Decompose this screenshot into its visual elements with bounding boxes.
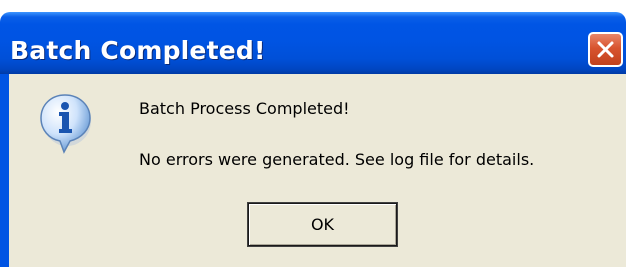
window-title: Batch Completed! — [10, 36, 266, 65]
message-dialog: Batch Completed! Batch Process Completed… — [0, 0, 626, 267]
close-icon — [597, 41, 614, 58]
close-button[interactable] — [588, 32, 623, 67]
ok-button[interactable]: OK — [248, 203, 397, 246]
title-bar[interactable]: Batch Completed! — [0, 12, 626, 74]
information-icon — [40, 94, 91, 154]
message-title: Batch Process Completed! — [139, 99, 350, 118]
message-detail: No errors were generated. See log file f… — [139, 150, 535, 169]
